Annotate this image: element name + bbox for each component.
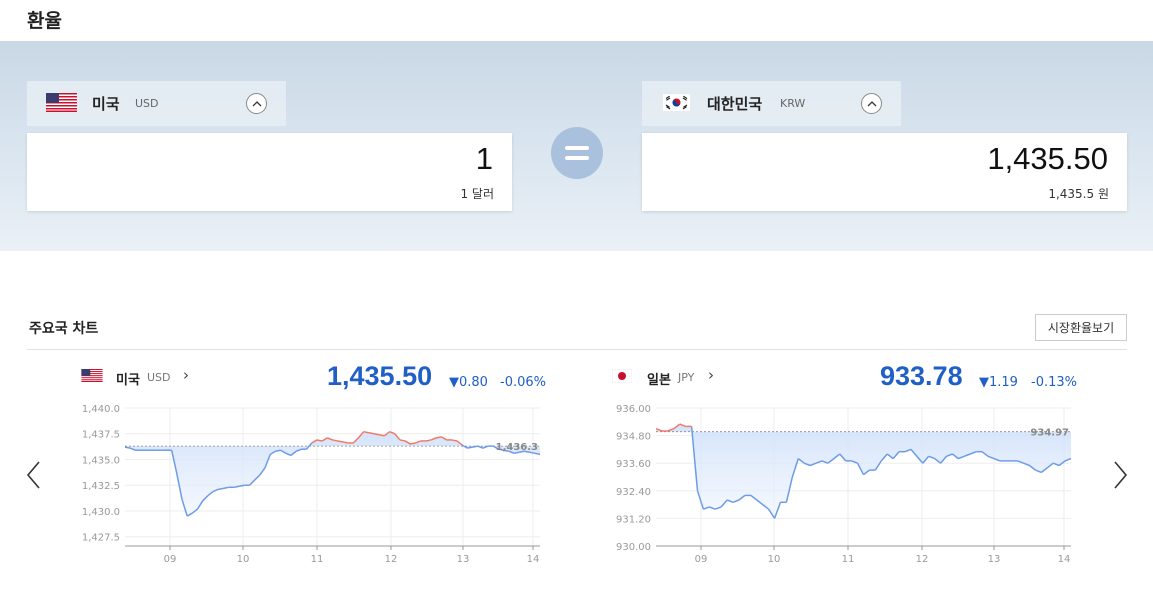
series-segment [337, 440, 344, 443]
us-flag-icon [81, 369, 103, 382]
chevron-right-icon[interactable]: › [183, 366, 189, 384]
series-segment [451, 439, 458, 442]
series-segment [399, 439, 406, 442]
y-tick-label: 932.40 [616, 487, 651, 498]
y-tick-label: 933.60 [616, 459, 651, 470]
chart-change-pct: -0.06% [500, 375, 546, 390]
y-tick-label: 1,430.0 [82, 507, 120, 518]
y-tick-label: 1,427.5 [82, 533, 120, 544]
x-tick-label: 13 [457, 554, 470, 565]
series-segment [275, 449, 281, 452]
x-tick-label: 11 [311, 554, 324, 565]
chart-change: ▼1.19 [979, 375, 1018, 390]
to-currency-name: 대한민국 [707, 95, 763, 113]
kr-flag-icon [663, 94, 690, 111]
y-tick-label: 1,440.0 [82, 404, 120, 415]
series-segment [238, 484, 245, 488]
chevron-left-icon[interactable] [24, 458, 44, 492]
series-segment [472, 445, 478, 448]
to-currency-code: KRW [780, 97, 806, 110]
series-segment [223, 486, 229, 490]
chevron-up-icon[interactable] [246, 93, 267, 114]
y-tick-label: 930.00 [616, 542, 651, 553]
x-tick-label: 12 [916, 554, 929, 565]
chart-currency-name: 일본 [647, 373, 671, 388]
jpy-line-chart: 936.00 934.80 933.60 932.40 931.20 930.00 09 10… [616, 404, 1072, 565]
from-currency-code: USD [135, 97, 159, 110]
x-tick-label: 14 [1058, 554, 1071, 565]
reference-label: 1,436.3 [496, 442, 538, 453]
x-tick-label: 14 [527, 554, 540, 565]
series-segment [467, 446, 473, 449]
series-segment [363, 430, 369, 434]
x-tick-label: 10 [237, 554, 250, 565]
to-amount-value[interactable]: 1,435.50 [987, 141, 1108, 177]
divider [27, 349, 1127, 350]
y-tick-label: 934.80 [616, 432, 651, 443]
series-segment [332, 439, 338, 442]
chart-price: 1,435.50 [327, 361, 433, 391]
chart-currency-code: USD [147, 371, 171, 384]
chart-panel-jpy[interactable]: 일본 JPY › 933.78 ▼1.19 -0.13% 936.00 934.8… [606, 360, 1077, 585]
chart-change-pct: -0.13% [1031, 375, 1077, 390]
x-tick-label: 10 [768, 554, 781, 565]
series-segment [373, 433, 380, 436]
jp-flag-icon [612, 369, 632, 383]
chart-panel-usd[interactable]: 미국 USD › 1,435.50 ▼0.80 -0.06% 1,440.0 1,… [75, 360, 546, 585]
from-amount-input[interactable]: 1 1 달러 [27, 133, 512, 211]
x-tick-label: 12 [385, 554, 398, 565]
chart-currency-name: 미국 [116, 373, 140, 388]
section-title: 주요국 차트 [29, 321, 99, 337]
reference-label: 934.97 [1030, 428, 1069, 439]
chevron-right-icon[interactable] [1110, 458, 1130, 492]
series-segment [425, 439, 432, 442]
x-tick-label: 09 [695, 554, 708, 565]
y-tick-label: 1,437.5 [82, 430, 120, 441]
series-segment [410, 442, 416, 445]
chart-change: ▼0.80 [449, 375, 488, 390]
series-segment [436, 436, 442, 439]
y-tick-label: 1,432.5 [82, 481, 120, 492]
area-fill [125, 431, 540, 517]
equals-icon [551, 127, 603, 179]
page-title: 환율 [27, 10, 62, 32]
series-segment [124, 446, 131, 449]
series-segment [342, 441, 349, 444]
series-segment [368, 431, 375, 435]
series-segment [534, 452, 541, 456]
to-currency-selector[interactable]: 대한민국 KRW [642, 81, 901, 126]
from-currency-name: 미국 [92, 95, 120, 113]
chart-price: 933.78 [880, 361, 963, 391]
series-segment [218, 487, 224, 491]
y-tick-label: 1,435.0 [82, 455, 120, 466]
x-tick-label: 13 [988, 554, 1001, 565]
chevron-up-icon[interactable] [861, 93, 882, 114]
series-segment [233, 485, 240, 489]
y-tick-label: 931.20 [616, 514, 651, 525]
x-tick-label: 11 [842, 554, 855, 565]
from-amount-text: 1 달러 [460, 187, 494, 201]
us-flag-icon [46, 93, 77, 112]
y-tick-label: 936.00 [616, 404, 651, 415]
x-tick-label: 09 [164, 554, 177, 565]
usd-line-chart: 1,440.0 1,437.5 1,435.0 1,432.5 1,430.0 1,427… [82, 404, 541, 565]
to-amount-input[interactable]: 1,435.50 1,435.5 원 [642, 133, 1127, 211]
chevron-right-icon[interactable]: › [708, 366, 714, 384]
area-fill [656, 424, 1071, 519]
from-amount-value[interactable]: 1 [476, 141, 493, 177]
market-rate-button[interactable]: 시장환율보기 [1035, 314, 1127, 341]
series-segment [316, 439, 323, 442]
chart-currency-code: JPY [678, 371, 695, 384]
from-currency-selector[interactable]: 미국 USD [27, 81, 286, 126]
to-amount-text: 1,435.5 원 [1048, 187, 1109, 201]
series-segment [379, 434, 385, 437]
